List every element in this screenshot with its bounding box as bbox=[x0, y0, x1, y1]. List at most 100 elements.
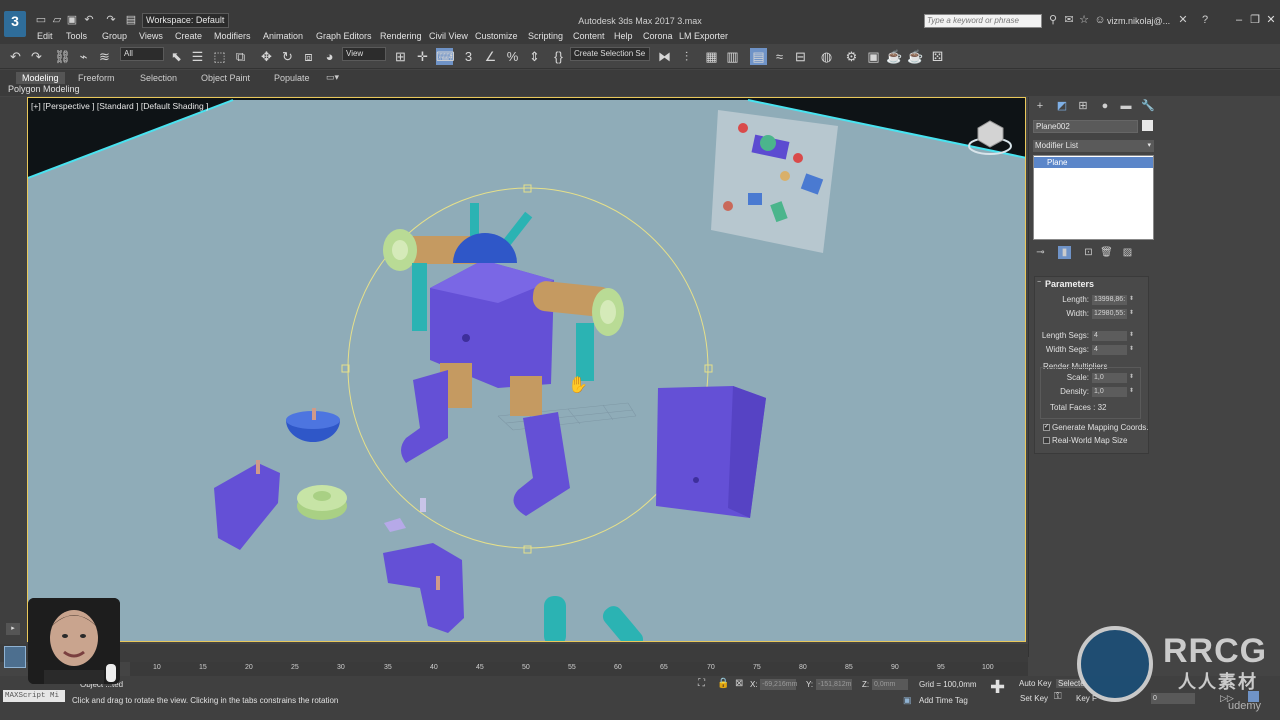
rect-selection-icon[interactable]: ⬚ bbox=[211, 48, 228, 65]
remove-modifier-icon[interactable]: 🗑 bbox=[1100, 246, 1113, 259]
place-icon[interactable]: ◕ bbox=[321, 48, 338, 65]
rollout-collapse-icon[interactable]: − bbox=[1037, 279, 1041, 286]
expand-layout-icon[interactable]: ▸ bbox=[6, 623, 20, 635]
generate-mapping-label[interactable]: Generate Mapping Coords. bbox=[1052, 423, 1149, 432]
current-frame-field[interactable]: 0 bbox=[1151, 693, 1195, 704]
mirror-icon[interactable]: ⧓ bbox=[656, 48, 673, 65]
y-coord-field[interactable]: -151,812m bbox=[816, 679, 852, 690]
selection-lock-icon[interactable]: 🔒 bbox=[717, 678, 729, 689]
ribbon-panel-label[interactable]: Polygon Modeling bbox=[8, 84, 80, 94]
undo-icon[interactable]: ↶ bbox=[7, 48, 24, 65]
help-icon[interactable]: ? bbox=[1198, 14, 1212, 26]
percent-snap-icon[interactable]: % bbox=[504, 48, 521, 65]
make-unique-icon[interactable]: ⊡ bbox=[1082, 246, 1095, 259]
width-segs-spinner-icon[interactable]: ⬍ bbox=[1129, 345, 1134, 352]
unlink-icon[interactable]: ⌁ bbox=[75, 48, 92, 65]
restore-icon[interactable]: ❐ bbox=[1248, 14, 1262, 26]
material-editor-icon[interactable]: ◍ bbox=[818, 48, 835, 65]
key-icon[interactable]: ⚿ bbox=[1054, 691, 1062, 702]
isolate-selection-icon[interactable]: ⛶ bbox=[698, 678, 705, 689]
viewport-label[interactable]: [+] [Perspective ] [Standard ] [Default … bbox=[31, 101, 208, 111]
real-world-map-label[interactable]: Real-World Map Size bbox=[1052, 436, 1127, 445]
exchange-icon[interactable]: ✕ bbox=[1176, 14, 1190, 26]
menu-graph-editors[interactable]: Graph Editors bbox=[316, 31, 372, 41]
set-key-mode-icon[interactable]: ✚ bbox=[990, 677, 1005, 698]
ribbon-tab-selection[interactable]: Selection bbox=[134, 72, 183, 84]
perspective-viewport[interactable]: ✋ bbox=[27, 97, 1026, 642]
menu-tools[interactable]: Tools bbox=[66, 31, 87, 41]
viewport-scene[interactable]: ✋ bbox=[28, 98, 1026, 642]
reference-image-plane[interactable] bbox=[711, 110, 838, 253]
part-disc[interactable] bbox=[297, 485, 347, 520]
selection-filter-dropdown[interactable]: All bbox=[120, 47, 164, 61]
menu-group[interactable]: Group bbox=[102, 31, 127, 41]
bind-space-warp-icon[interactable]: ≋ bbox=[96, 48, 113, 65]
angle-snap-icon[interactable]: ∠ bbox=[482, 48, 499, 65]
x-coord-field[interactable]: -69,216mm bbox=[760, 679, 797, 690]
part-cube[interactable] bbox=[656, 386, 766, 518]
utilities-tab-icon[interactable]: 🔧 bbox=[1140, 99, 1156, 113]
ribbon-options-icon[interactable]: ▭▾ bbox=[326, 72, 339, 83]
density-spinner-icon[interactable]: ⬍ bbox=[1129, 387, 1134, 394]
menu-corona[interactable]: Corona bbox=[643, 31, 673, 41]
corona-toolbar-icon[interactable]: ⚄ bbox=[929, 48, 946, 65]
show-end-result-icon[interactable]: ▮ bbox=[1058, 246, 1071, 259]
align-icon[interactable]: ⫶ bbox=[678, 48, 695, 65]
set-key-button[interactable]: Set Key bbox=[1020, 694, 1048, 703]
ribbon-tab-populate[interactable]: Populate bbox=[268, 72, 316, 84]
layer-explorer-icon[interactable]: ▥ bbox=[724, 48, 741, 65]
menu-edit[interactable]: Edit bbox=[37, 31, 53, 41]
render-production-icon[interactable]: ☕ bbox=[907, 48, 924, 65]
redo-icon[interactable]: ↷ bbox=[104, 14, 118, 26]
display-tab-icon[interactable]: ▬ bbox=[1118, 99, 1134, 113]
undo-icon[interactable]: ↶ bbox=[82, 14, 96, 26]
move-icon[interactable]: ✥ bbox=[258, 48, 275, 65]
width-field[interactable]: 12980,55: bbox=[1092, 309, 1127, 319]
schematic-view-icon[interactable]: ⊟ bbox=[792, 48, 809, 65]
app-logo-icon[interactable]: 3 bbox=[4, 11, 26, 37]
render-icon[interactable]: ☕ bbox=[886, 48, 903, 65]
add-time-tag-button[interactable]: Add Time Tag bbox=[919, 696, 968, 705]
create-tab-icon[interactable]: + bbox=[1032, 99, 1048, 113]
rendered-frame-window-icon[interactable]: ▣ bbox=[865, 48, 882, 65]
link-icon[interactable]: ⛓ bbox=[54, 48, 71, 65]
curve-editor-icon[interactable]: ≈ bbox=[771, 48, 788, 65]
parameters-title[interactable]: Parameters bbox=[1045, 279, 1094, 289]
binoculars-icon[interactable]: ⚲ bbox=[1046, 14, 1060, 26]
menu-content[interactable]: Content bbox=[573, 31, 605, 41]
modify-tab-icon[interactable]: ◩ bbox=[1054, 99, 1070, 113]
snaps-toggle-icon[interactable]: 3 bbox=[460, 48, 477, 65]
keyboard-shortcut-override-icon[interactable]: ⌨ bbox=[436, 48, 455, 65]
menu-lm-exporter[interactable]: LM Exporter bbox=[679, 31, 728, 41]
select-manipulate-icon[interactable]: ✛ bbox=[414, 48, 431, 65]
user-name[interactable]: vizm.nikolaj@... bbox=[1107, 16, 1170, 26]
reference-coordinate-dropdown[interactable]: View bbox=[342, 47, 386, 61]
modifier-list-dropdown[interactable]: Modifier List ▾ bbox=[1033, 140, 1154, 152]
length-segs-spinner-icon[interactable]: ⬍ bbox=[1129, 331, 1134, 338]
close-icon[interactable]: ✕ bbox=[1264, 14, 1278, 26]
save-icon[interactable]: ▣ bbox=[65, 14, 79, 26]
window-crossing-icon[interactable]: ⧉ bbox=[232, 48, 249, 65]
menu-civil-view[interactable]: Civil View bbox=[429, 31, 468, 41]
workspace-dropdown[interactable]: Workspace: Default bbox=[142, 13, 229, 28]
menu-customize[interactable]: Customize bbox=[475, 31, 518, 41]
time-slider[interactable] bbox=[0, 644, 1028, 662]
open-icon[interactable]: ▱ bbox=[50, 14, 64, 26]
project-folder-icon[interactable]: ▤ bbox=[124, 14, 138, 26]
select-object-icon[interactable]: ⬉ bbox=[168, 48, 185, 65]
edit-named-selection-icon[interactable]: {} bbox=[550, 48, 567, 65]
time-slider-thumb[interactable] bbox=[4, 646, 26, 668]
scene-explorer-icon[interactable]: ▦ bbox=[703, 48, 720, 65]
object-name-field[interactable]: Plane002 bbox=[1033, 120, 1138, 133]
pivot-center-icon[interactable]: ⊞ bbox=[392, 48, 409, 65]
length-spinner-icon[interactable]: ⬍ bbox=[1129, 295, 1134, 302]
menu-views[interactable]: Views bbox=[139, 31, 163, 41]
spinner-snap-icon[interactable]: ⇕ bbox=[526, 48, 543, 65]
menu-scripting[interactable]: Scripting bbox=[528, 31, 563, 41]
redo-icon[interactable]: ↷ bbox=[28, 48, 45, 65]
select-by-name-icon[interactable]: ☰ bbox=[189, 48, 206, 65]
render-setup-icon[interactable]: ⚙ bbox=[843, 48, 860, 65]
scale-spinner-icon[interactable]: ⬍ bbox=[1129, 373, 1134, 380]
maxscript-listener-input[interactable]: MAXScript Mi bbox=[3, 690, 65, 702]
width-segs-field[interactable]: 4 bbox=[1092, 345, 1127, 355]
